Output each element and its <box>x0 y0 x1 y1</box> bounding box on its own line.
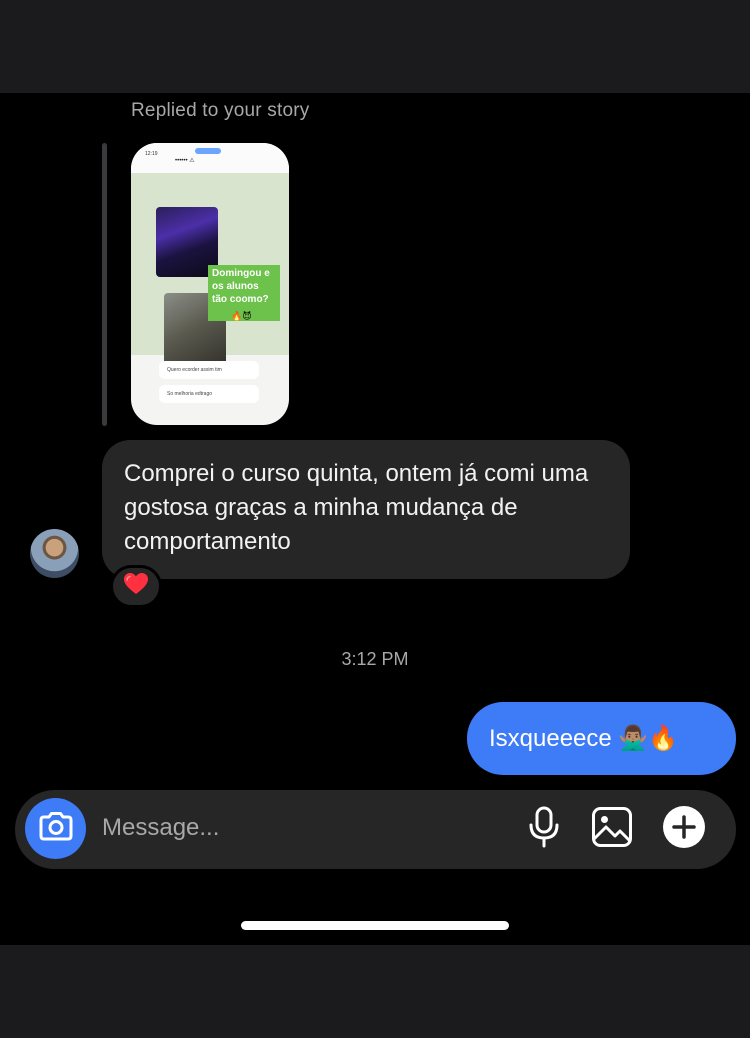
incoming-message-bubble[interactable]: Comprei o curso quinta, ontem já comi um… <box>102 440 630 579</box>
outgoing-message-bubble[interactable]: Isxqueeece 🙅🏽‍♂️🔥 <box>467 702 736 775</box>
bottom-letterbox <box>0 945 750 1038</box>
story-status-pill <box>195 148 221 154</box>
replied-to-story-label: Replied to your story <box>131 100 310 121</box>
voice-message-button[interactable] <box>522 805 566 853</box>
heart-icon <box>123 572 149 601</box>
gallery-button[interactable] <box>590 805 634 853</box>
reply-indicator-line <box>102 143 107 426</box>
story-overlay-emojis: 🔥😈 <box>231 311 252 321</box>
story-status-bar: 12:19 <box>145 151 158 157</box>
screenshot-frame: Replied to your story 12:19 •••••• ⚠ Dom… <box>0 0 750 1038</box>
story-phone-header: 12:19 •••••• ⚠ <box>131 143 289 173</box>
home-indicator[interactable] <box>241 921 509 930</box>
incoming-message-text: Comprei o curso quinta, ontem já comi um… <box>124 460 589 555</box>
story-option-1: Quero ecorder assim tim <box>159 361 259 379</box>
top-letterbox <box>0 0 750 93</box>
story-chat-title: •••••• ⚠ <box>175 158 195 164</box>
more-options-button[interactable] <box>662 805 706 853</box>
image-icon <box>591 806 633 853</box>
message-timestamp: 3:12 PM <box>341 649 409 669</box>
sender-avatar[interactable] <box>30 529 79 578</box>
story-option-2: So melhoria edtrago <box>159 385 259 403</box>
camera-button[interactable] <box>25 798 86 859</box>
story-preview-thumbnail[interactable]: 12:19 •••••• ⚠ Domingou e os alunos tão … <box>131 143 289 425</box>
heart-reaction[interactable] <box>110 565 162 608</box>
outgoing-message-text: Isxqueeece 🙅🏽‍♂️🔥 <box>489 725 679 752</box>
microphone-icon <box>528 806 560 853</box>
camera-icon <box>38 811 74 846</box>
plus-circle-icon <box>662 805 706 854</box>
message-input[interactable]: Message... <box>102 814 219 842</box>
story-chat-background: Domingou e os alunos tão coomo? 🔥😈 <box>131 173 289 373</box>
